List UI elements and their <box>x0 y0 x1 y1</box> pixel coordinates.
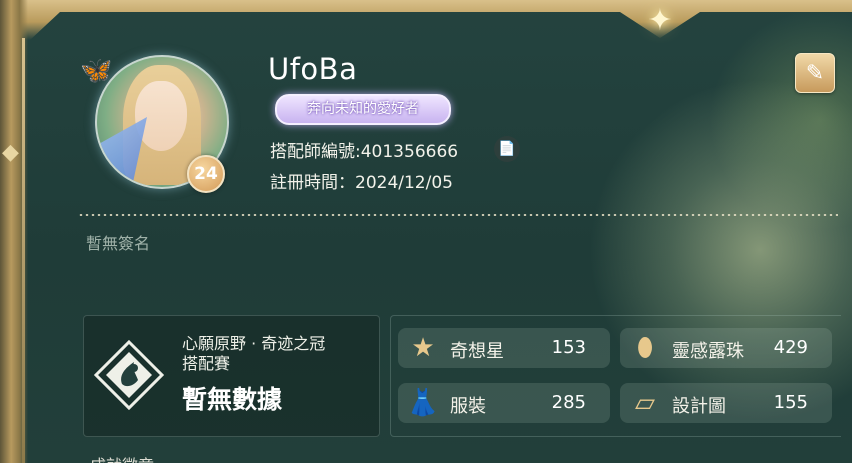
stylist-id-line: 搭配師編號:401356666 <box>270 137 458 162</box>
stat-label: 服裝 <box>450 396 486 417</box>
star-icon: ★ <box>411 333 435 363</box>
stat-label: 靈感露珠 <box>672 341 744 362</box>
stat-value: 155 <box>773 392 808 413</box>
dewdrop-icon: ⬮ <box>636 332 654 363</box>
achievements-heading-partial: 成就徽章 <box>90 452 154 463</box>
contest-value: 暫無數據 <box>182 385 283 414</box>
clothes-icon: 👗 <box>406 388 440 418</box>
diamond-ornament-icon: ◆ <box>2 140 19 165</box>
stylist-id-value: 401356666 <box>360 142 459 162</box>
title-badge[interactable]: 奔向未知的愛好者 <box>275 94 451 125</box>
sparkle-gem-icon: ✦ <box>647 2 673 38</box>
contest-title-line1: 心願原野 · 奇迹之冠 <box>182 334 326 353</box>
contest-emblem-icon <box>94 340 164 410</box>
edit-profile-button[interactable]: ✎ <box>795 53 835 93</box>
avatar-face <box>135 81 187 151</box>
stat-label: 奇想星 <box>450 341 504 362</box>
frame-left-line <box>22 38 25 463</box>
register-label: 註冊時間： <box>270 173 355 193</box>
contest-title: 心願原野 · 奇迹之冠 搭配賽 <box>182 334 372 374</box>
register-date-line: 註冊時間：2024/12/05 <box>270 168 453 193</box>
stat-value: 429 <box>773 337 808 358</box>
stat-label: 設計圖 <box>672 396 726 417</box>
stat-blueprints[interactable]: ▱ 設計圖 155 <box>620 383 832 423</box>
contest-title-line2: 搭配賽 <box>182 354 231 373</box>
contest-card[interactable]: 心願原野 · 奇迹之冠 搭配賽 暫無數據 <box>83 315 380 437</box>
stat-inspiration-dew[interactable]: ⬮ 靈感露珠 429 <box>620 328 832 368</box>
stat-clothes[interactable]: 👗 服裝 285 <box>398 383 610 423</box>
dotted-divider <box>78 214 838 216</box>
edit-icon: ✎ <box>805 60 825 86</box>
copy-icon: 📄 <box>498 141 516 157</box>
stylist-id-label: 搭配師編號: <box>270 142 361 162</box>
stat-value: 285 <box>551 392 586 413</box>
level-badge: 24 <box>187 155 225 193</box>
butterfly-icon: 🦋 <box>80 56 113 86</box>
register-date-value: 2024/12/05 <box>355 173 453 193</box>
stat-wonder-stars[interactable]: ★ 奇想星 153 <box>398 328 610 368</box>
username: UfoBa <box>268 52 358 86</box>
signature-text[interactable]: 暫無簽名 <box>86 230 150 254</box>
blueprint-icon: ▱ <box>635 388 655 418</box>
stat-value: 153 <box>551 337 586 358</box>
copy-id-button[interactable]: 📄 <box>494 136 520 162</box>
